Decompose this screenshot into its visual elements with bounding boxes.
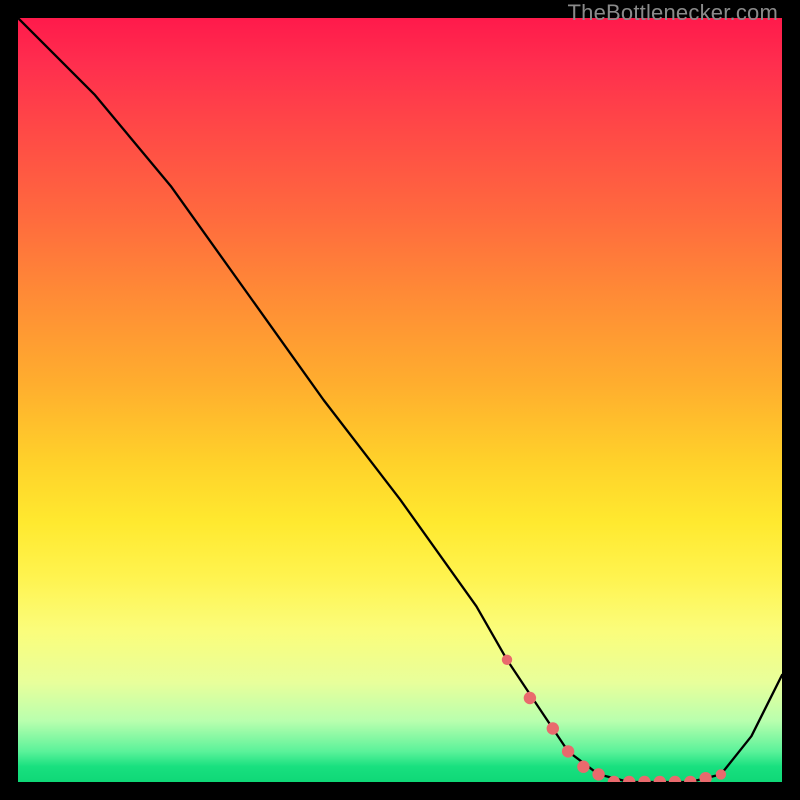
marker-point [524, 692, 536, 704]
marker-point [669, 776, 681, 782]
chart-frame: TheBottlenecker.com [0, 0, 800, 800]
marker-point [502, 655, 512, 665]
gradient-plot-area [18, 18, 782, 782]
marker-point [638, 776, 650, 782]
marker-point [623, 776, 635, 782]
chart-overlay [18, 18, 782, 782]
marker-point [592, 768, 604, 780]
attribution-label: TheBottlenecker.com [568, 0, 778, 26]
bottleneck-curve [18, 18, 782, 782]
marker-point [547, 722, 559, 734]
highlighted-markers [502, 655, 726, 782]
marker-point [716, 769, 726, 779]
marker-point [684, 776, 696, 782]
marker-point [699, 772, 711, 782]
marker-point [654, 776, 666, 782]
marker-point [577, 761, 589, 773]
marker-point [562, 745, 574, 757]
